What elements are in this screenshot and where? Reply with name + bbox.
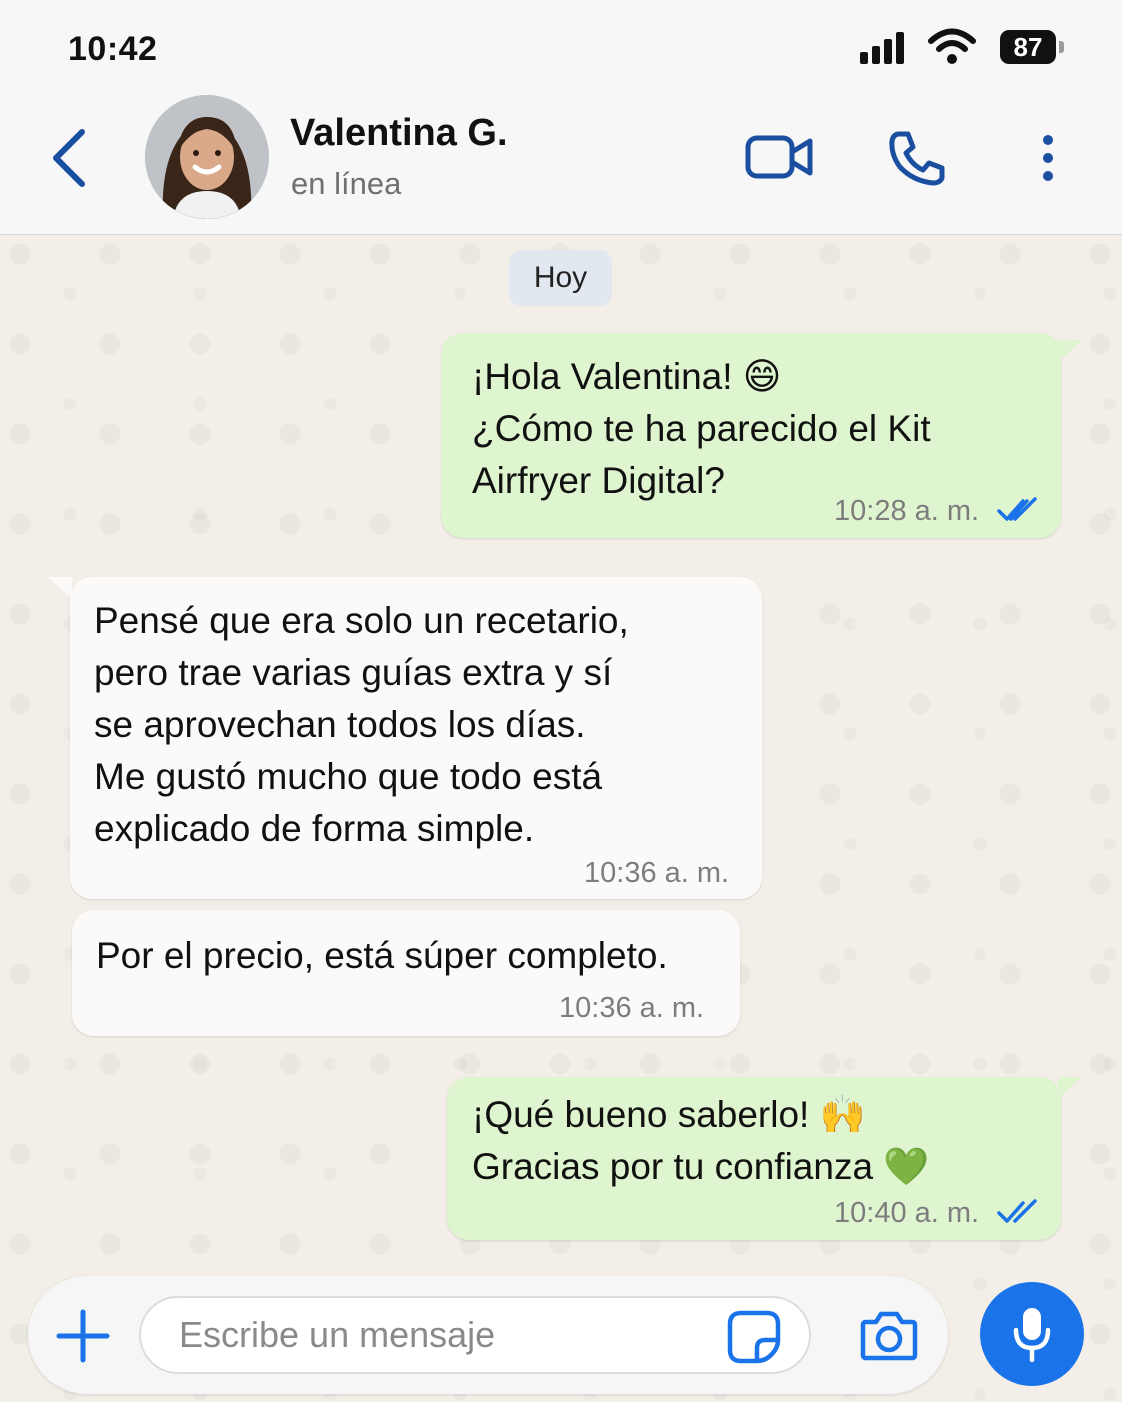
message-time: 10:36 a. m. bbox=[559, 992, 705, 1024]
message-bubble-incoming[interactable]: Por el precio, está súper completo. 10:3… bbox=[72, 910, 740, 1036]
day-label: Hoy bbox=[509, 250, 612, 306]
message-bubble-outgoing[interactable]: ¡Qué bueno saberlo! 🙌 Gracias por tu con… bbox=[447, 1077, 1061, 1240]
video-call-icon[interactable] bbox=[745, 133, 813, 181]
message-input[interactable]: Escribe un mensaje bbox=[139, 1296, 811, 1374]
read-ticks-icon bbox=[997, 497, 1037, 521]
more-options-icon[interactable] bbox=[1032, 134, 1064, 182]
bubble-tail bbox=[1058, 340, 1082, 362]
message-time: 10:40 a. m. bbox=[834, 1197, 980, 1229]
camera-icon[interactable] bbox=[860, 1310, 918, 1362]
message-text: ¡Qué bueno saberlo! 🙌 Gracias por tu con… bbox=[472, 1094, 930, 1187]
contact-name[interactable]: Valentina G. bbox=[290, 112, 508, 155]
read-ticks-icon bbox=[997, 1199, 1037, 1223]
message-text: Pensé que era solo un recetario, pero tr… bbox=[94, 600, 629, 849]
contact-status: en línea bbox=[291, 166, 402, 201]
avatar-portrait-icon bbox=[145, 95, 269, 219]
plus-icon[interactable] bbox=[56, 1309, 110, 1363]
microphone-icon bbox=[1013, 1308, 1051, 1362]
avatar[interactable] bbox=[145, 95, 269, 219]
top-bar: 10:42 87 Valentina G. en línea bbox=[0, 0, 1122, 235]
battery-icon: 87 bbox=[1000, 30, 1056, 64]
phone-icon[interactable] bbox=[888, 130, 946, 186]
message-text: ¡Hola Valentina! 😄 ¿Cómo te ha parecido … bbox=[472, 356, 931, 501]
message-bubble-outgoing[interactable]: ¡Hola Valentina! 😄 ¿Cómo te ha parecido … bbox=[441, 333, 1061, 538]
message-time: 10:28 a. m. bbox=[834, 495, 980, 527]
battery-tip bbox=[1059, 41, 1064, 53]
sticker-icon[interactable] bbox=[727, 1310, 781, 1364]
back-arrow-icon[interactable] bbox=[46, 124, 94, 192]
message-time: 10:36 a. m. bbox=[584, 857, 730, 889]
message-bubble-incoming[interactable]: Pensé que era solo un recetario, pero tr… bbox=[70, 577, 762, 899]
status-time: 10:42 bbox=[68, 30, 158, 68]
bubble-tail bbox=[1058, 1077, 1082, 1099]
message-text: Por el precio, está súper completo. bbox=[96, 935, 668, 976]
bubble-tail bbox=[48, 577, 72, 599]
signal-icon bbox=[860, 32, 908, 64]
wifi-icon bbox=[928, 28, 976, 64]
